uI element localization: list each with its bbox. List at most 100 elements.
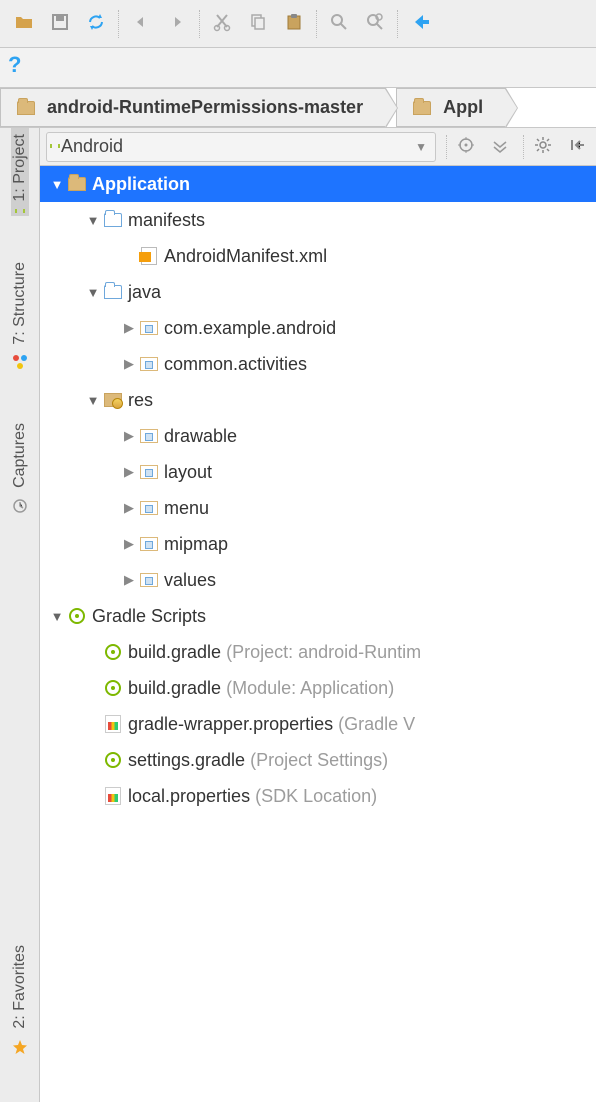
properties-file-icon bbox=[102, 713, 124, 735]
cut-icon bbox=[212, 12, 232, 35]
tree-node-gradle-file[interactable]: build.gradle (Module: Application) bbox=[40, 670, 596, 706]
tree-node-resdir[interactable]: menu bbox=[40, 490, 596, 526]
target-icon bbox=[457, 136, 475, 157]
node-label: AndroidManifest.xml bbox=[164, 246, 327, 267]
expand-toggle[interactable] bbox=[120, 464, 138, 480]
side-tab-project[interactable]: 1: Project bbox=[11, 128, 29, 216]
breadcrumb-label: Appl bbox=[443, 97, 483, 118]
undo-icon bbox=[131, 12, 151, 35]
panel-header: Android ▼ bbox=[40, 128, 596, 166]
expand-toggle[interactable] bbox=[48, 609, 66, 624]
star-icon bbox=[12, 1039, 28, 1058]
side-tab-structure[interactable]: 7: Structure bbox=[11, 256, 29, 378]
package-icon bbox=[138, 533, 160, 555]
redo-button[interactable] bbox=[159, 6, 195, 42]
minimize-icon bbox=[568, 136, 586, 157]
tree-node-manifest-file[interactable]: AndroidManifest.xml bbox=[40, 238, 596, 274]
expand-toggle[interactable] bbox=[84, 393, 102, 408]
tree-node-package[interactable]: common.activities bbox=[40, 346, 596, 382]
find-usages-button[interactable] bbox=[357, 6, 393, 42]
expand-toggle[interactable] bbox=[120, 356, 138, 372]
hide-panel-button[interactable] bbox=[562, 132, 592, 162]
node-label: drawable bbox=[164, 426, 237, 447]
tree-node-java[interactable]: java bbox=[40, 274, 596, 310]
scroll-from-source-button[interactable] bbox=[451, 132, 481, 162]
expand-toggle[interactable] bbox=[48, 177, 66, 192]
tree-node-resdir[interactable]: drawable bbox=[40, 418, 596, 454]
folder-icon bbox=[15, 97, 37, 119]
tree-node-properties-file[interactable]: gradle-wrapper.properties (Gradle V bbox=[40, 706, 596, 742]
sync-icon bbox=[86, 12, 106, 35]
tree-node-resdir[interactable]: layout bbox=[40, 454, 596, 490]
folder-icon bbox=[102, 209, 124, 231]
node-label: java bbox=[128, 282, 161, 303]
tree-node-manifests[interactable]: manifests bbox=[40, 202, 596, 238]
node-label: common.activities bbox=[164, 354, 307, 375]
package-icon bbox=[138, 461, 160, 483]
settings-button[interactable] bbox=[528, 132, 558, 162]
paste-icon bbox=[284, 12, 304, 35]
open-folder-button[interactable] bbox=[6, 6, 42, 42]
save-icon bbox=[51, 13, 69, 34]
collapse-all-button[interactable] bbox=[485, 132, 515, 162]
expand-toggle[interactable] bbox=[120, 500, 138, 516]
tree-node-resdir[interactable]: values bbox=[40, 562, 596, 598]
sync-button[interactable] bbox=[78, 6, 114, 42]
folder-icon bbox=[411, 97, 433, 119]
gradle-icon bbox=[102, 641, 124, 663]
save-button[interactable] bbox=[42, 6, 78, 42]
tree-node-package[interactable]: com.example.android bbox=[40, 310, 596, 346]
find-usages-icon bbox=[365, 12, 385, 35]
help-icon[interactable]: ? bbox=[8, 52, 21, 78]
tree-node-gradle-file[interactable]: build.gradle (Project: android-Runtim bbox=[40, 634, 596, 670]
expand-toggle[interactable] bbox=[120, 428, 138, 444]
side-tab-label: 7: Structure bbox=[11, 256, 29, 351]
tree-node-properties-file[interactable]: local.properties (SDK Location) bbox=[40, 778, 596, 814]
clock-icon bbox=[12, 498, 28, 517]
search-icon bbox=[329, 12, 349, 35]
gear-icon bbox=[534, 136, 552, 157]
node-label: settings.gradle bbox=[128, 750, 245, 771]
gradle-icon bbox=[66, 605, 88, 627]
tree-node-resdir[interactable]: mipmap bbox=[40, 526, 596, 562]
node-label: layout bbox=[164, 462, 212, 483]
tree-node-application[interactable]: Application bbox=[40, 166, 596, 202]
undo-button[interactable] bbox=[123, 6, 159, 42]
tree-node-gradle-scripts[interactable]: Gradle Scripts bbox=[40, 598, 596, 634]
breadcrumb-item[interactable]: android-RuntimePermissions-master bbox=[0, 88, 386, 127]
copy-icon bbox=[248, 12, 268, 35]
panel-separator bbox=[446, 135, 447, 159]
package-icon bbox=[138, 569, 160, 591]
breadcrumb: android-RuntimePermissions-master Appl bbox=[0, 88, 596, 128]
gradle-icon bbox=[102, 677, 124, 699]
tree-node-res[interactable]: res bbox=[40, 382, 596, 418]
main-toolbar bbox=[0, 0, 596, 48]
breadcrumb-item[interactable]: Appl bbox=[396, 88, 506, 127]
dropdown-label: Android bbox=[61, 136, 123, 157]
nav-back-button[interactable] bbox=[402, 6, 438, 42]
node-hint: (Project Settings) bbox=[250, 750, 388, 771]
toolbar-separator bbox=[397, 10, 398, 38]
res-folder-icon bbox=[102, 389, 124, 411]
cut-button[interactable] bbox=[204, 6, 240, 42]
tree-node-gradle-file[interactable]: settings.gradle (Project Settings) bbox=[40, 742, 596, 778]
expand-toggle[interactable] bbox=[84, 213, 102, 228]
project-panel: Android ▼ Application manifests bbox=[40, 128, 596, 1102]
node-label: res bbox=[128, 390, 153, 411]
node-hint: (SDK Location) bbox=[255, 786, 377, 807]
copy-button[interactable] bbox=[240, 6, 276, 42]
side-tab-captures[interactable]: Captures bbox=[11, 417, 29, 521]
toolbar-separator bbox=[316, 10, 317, 38]
paste-button[interactable] bbox=[276, 6, 312, 42]
side-tab-favorites[interactable]: 2: Favorites bbox=[11, 939, 29, 1062]
view-mode-dropdown[interactable]: Android ▼ bbox=[46, 132, 436, 162]
xml-file-icon bbox=[138, 245, 160, 267]
expand-toggle[interactable] bbox=[120, 536, 138, 552]
expand-toggle[interactable] bbox=[120, 320, 138, 336]
expand-toggle[interactable] bbox=[120, 572, 138, 588]
project-tree[interactable]: Application manifests AndroidManifest.xm… bbox=[40, 166, 596, 1102]
help-row: ? bbox=[0, 48, 596, 88]
node-label: mipmap bbox=[164, 534, 228, 555]
find-button[interactable] bbox=[321, 6, 357, 42]
expand-toggle[interactable] bbox=[84, 285, 102, 300]
